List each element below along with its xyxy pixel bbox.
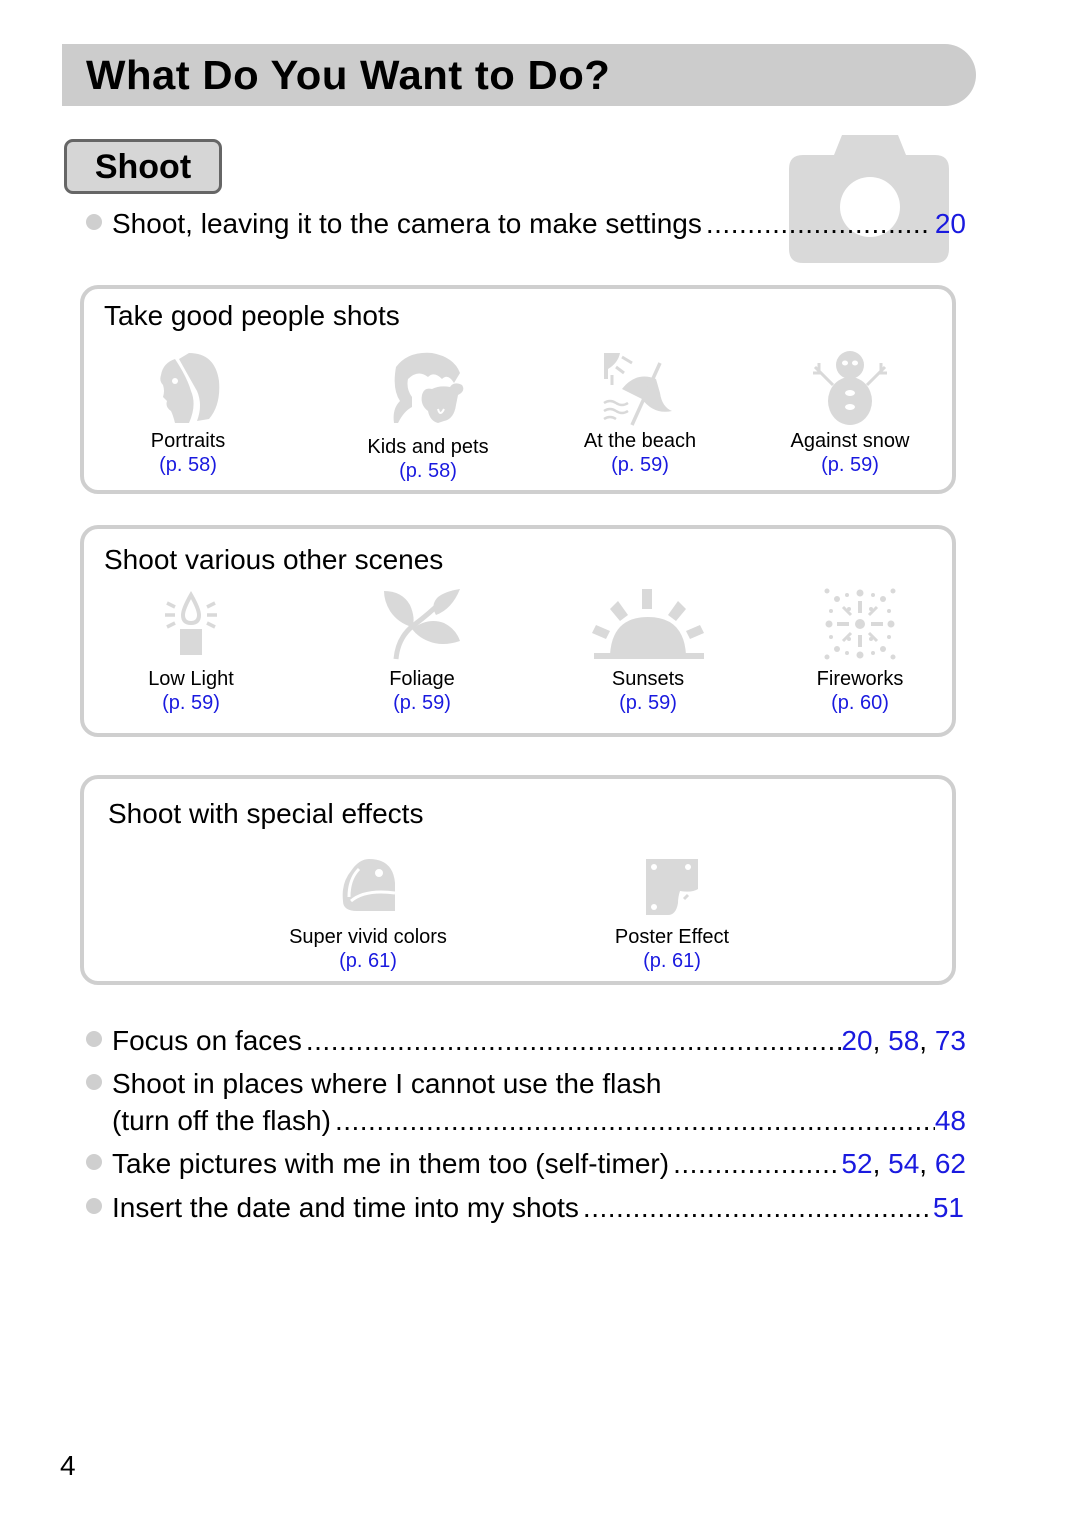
ref-separator: ,: [919, 1148, 935, 1179]
dot-leader: [335, 1104, 935, 1138]
dot-leader: [673, 1147, 841, 1181]
ref-separator: ,: [919, 1025, 935, 1056]
section-tab-shoot: Shoot: [64, 139, 222, 194]
leaf-icon: [384, 589, 460, 660]
camera-icon: [789, 135, 949, 263]
index-item-no-flash[interactable]: Shoot in places where I cannot use the f…: [86, 1067, 966, 1101]
panel-special-effects: Shoot with special effects Super vivid c…: [80, 775, 956, 985]
index-item-text: (turn off the flash): [112, 1105, 331, 1136]
panel-heading: Take good people shots: [104, 300, 400, 331]
scene-label: Super vivid colors: [289, 926, 447, 948]
scene-super-vivid-colors[interactable]: Super vivid colors (p. 61): [268, 857, 468, 973]
panel-people-shots: Take good people shots Portraits (p. 58)…: [80, 285, 956, 494]
page-title: What Do You Want to Do?: [86, 52, 611, 98]
scene-label: Sunsets: [611, 668, 685, 690]
scene-at-the-beach[interactable]: At the beach (p. 59): [540, 349, 740, 477]
page-ref-link[interactable]: (p. 59): [611, 454, 669, 476]
scene-label: Portraits: [150, 430, 226, 452]
page-number: 4: [60, 1450, 76, 1481]
snowman-icon: [813, 351, 887, 425]
index-item-text: Focus on faces: [112, 1025, 302, 1056]
scene-label: Fireworks: [816, 668, 904, 690]
index-item-auto-shoot[interactable]: Shoot, leaving it to the camera to make …: [86, 207, 966, 241]
bullet-icon: [86, 1074, 102, 1090]
index-item-date-time[interactable]: Insert the date and time into my shots 5…: [86, 1191, 964, 1225]
page-ref-link[interactable]: (p. 59): [162, 692, 220, 714]
kids-and-pets-icon: [393, 352, 464, 423]
index-item-text: Insert the date and time into my shots: [112, 1192, 579, 1223]
page-ref-link[interactable]: (p. 59): [821, 454, 879, 476]
portrait-icon: [160, 353, 220, 423]
panel-heading: Shoot with special effects: [108, 798, 424, 829]
panel-heading: Shoot various other scenes: [104, 544, 444, 575]
page-ref-link[interactable]: (p. 59): [393, 692, 451, 714]
scene-sunsets[interactable]: Sunsets (p. 59): [548, 587, 748, 715]
page-ref-link[interactable]: 51: [933, 1191, 964, 1225]
dot-leader: [583, 1191, 933, 1225]
index-item-text: Take pictures with me in them too (self-…: [112, 1148, 670, 1179]
panel-other-scenes: Shoot various other scenes Low Light (p.…: [80, 525, 956, 737]
page-ref-link[interactable]: (p. 58): [399, 460, 457, 482]
index-item-text: Shoot, leaving it to the camera to make …: [112, 208, 702, 239]
index-item-self-timer[interactable]: Take pictures with me in them too (self-…: [86, 1147, 966, 1181]
page-ref-link[interactable]: (p. 61): [339, 950, 397, 972]
page-ref-link[interactable]: 73: [935, 1024, 966, 1058]
scene-label: Low Light: [148, 668, 234, 690]
page-ref-link[interactable]: 20: [841, 1024, 872, 1058]
page-ref-link[interactable]: 20: [935, 207, 966, 241]
parrot-icon: [342, 859, 396, 911]
page-ref-link[interactable]: 52: [841, 1147, 872, 1181]
index-item-focus-on-faces[interactable]: Focus on faces 20, 58, 73: [86, 1024, 966, 1058]
fireworks-icon: [824, 588, 896, 660]
page-ref-link[interactable]: 62: [935, 1147, 966, 1181]
page-ref-link[interactable]: (p. 61): [643, 950, 701, 972]
page-ref-link[interactable]: (p. 58): [159, 454, 217, 476]
scene-kids-and-pets[interactable]: Kids and pets (p. 58): [328, 349, 528, 483]
bullet-icon: [86, 1198, 102, 1214]
scene-label: Foliage: [389, 668, 455, 690]
page-ref-link[interactable]: 48: [935, 1104, 966, 1138]
bullet-icon: [86, 1031, 102, 1047]
poster-effect-icon: [646, 859, 698, 915]
dot-leader: [706, 207, 931, 241]
scene-label: Poster Effect: [614, 926, 730, 948]
scene-label: Kids and pets: [367, 436, 489, 458]
ref-separator: ,: [872, 1148, 889, 1179]
page-ref-link[interactable]: (p. 60): [831, 692, 889, 714]
scene-foliage[interactable]: Foliage (p. 59): [322, 587, 522, 715]
ref-separator: ,: [872, 1025, 889, 1056]
scene-label: Against snow: [790, 430, 910, 452]
dot-leader: [306, 1024, 842, 1058]
index-item-text: Shoot in places where I cannot use the f…: [112, 1068, 662, 1099]
page-ref-link[interactable]: (p. 59): [619, 692, 677, 714]
scene-label: At the beach: [583, 430, 697, 452]
scene-portraits[interactable]: Portraits (p. 58): [88, 349, 288, 477]
page-title-bar: What Do You Want to Do?: [62, 44, 976, 106]
bullet-icon: [86, 1154, 102, 1170]
scene-low-light[interactable]: Low Light (p. 59): [91, 587, 291, 715]
scene-fireworks[interactable]: Fireworks (p. 60): [760, 587, 960, 715]
candle-icon: [165, 590, 217, 655]
scene-poster-effect[interactable]: Poster Effect (p. 61): [572, 857, 772, 973]
index-item-no-flash-continuation[interactable]: (turn off the flash) 48: [112, 1104, 966, 1138]
page-ref-link[interactable]: 58: [888, 1024, 919, 1058]
page-ref-link[interactable]: 54: [888, 1147, 919, 1181]
scene-against-snow[interactable]: Against snow (p. 59): [750, 349, 950, 477]
sunset-icon: [592, 589, 704, 659]
beach-icon: [603, 353, 672, 426]
bullet-icon: [86, 214, 102, 230]
